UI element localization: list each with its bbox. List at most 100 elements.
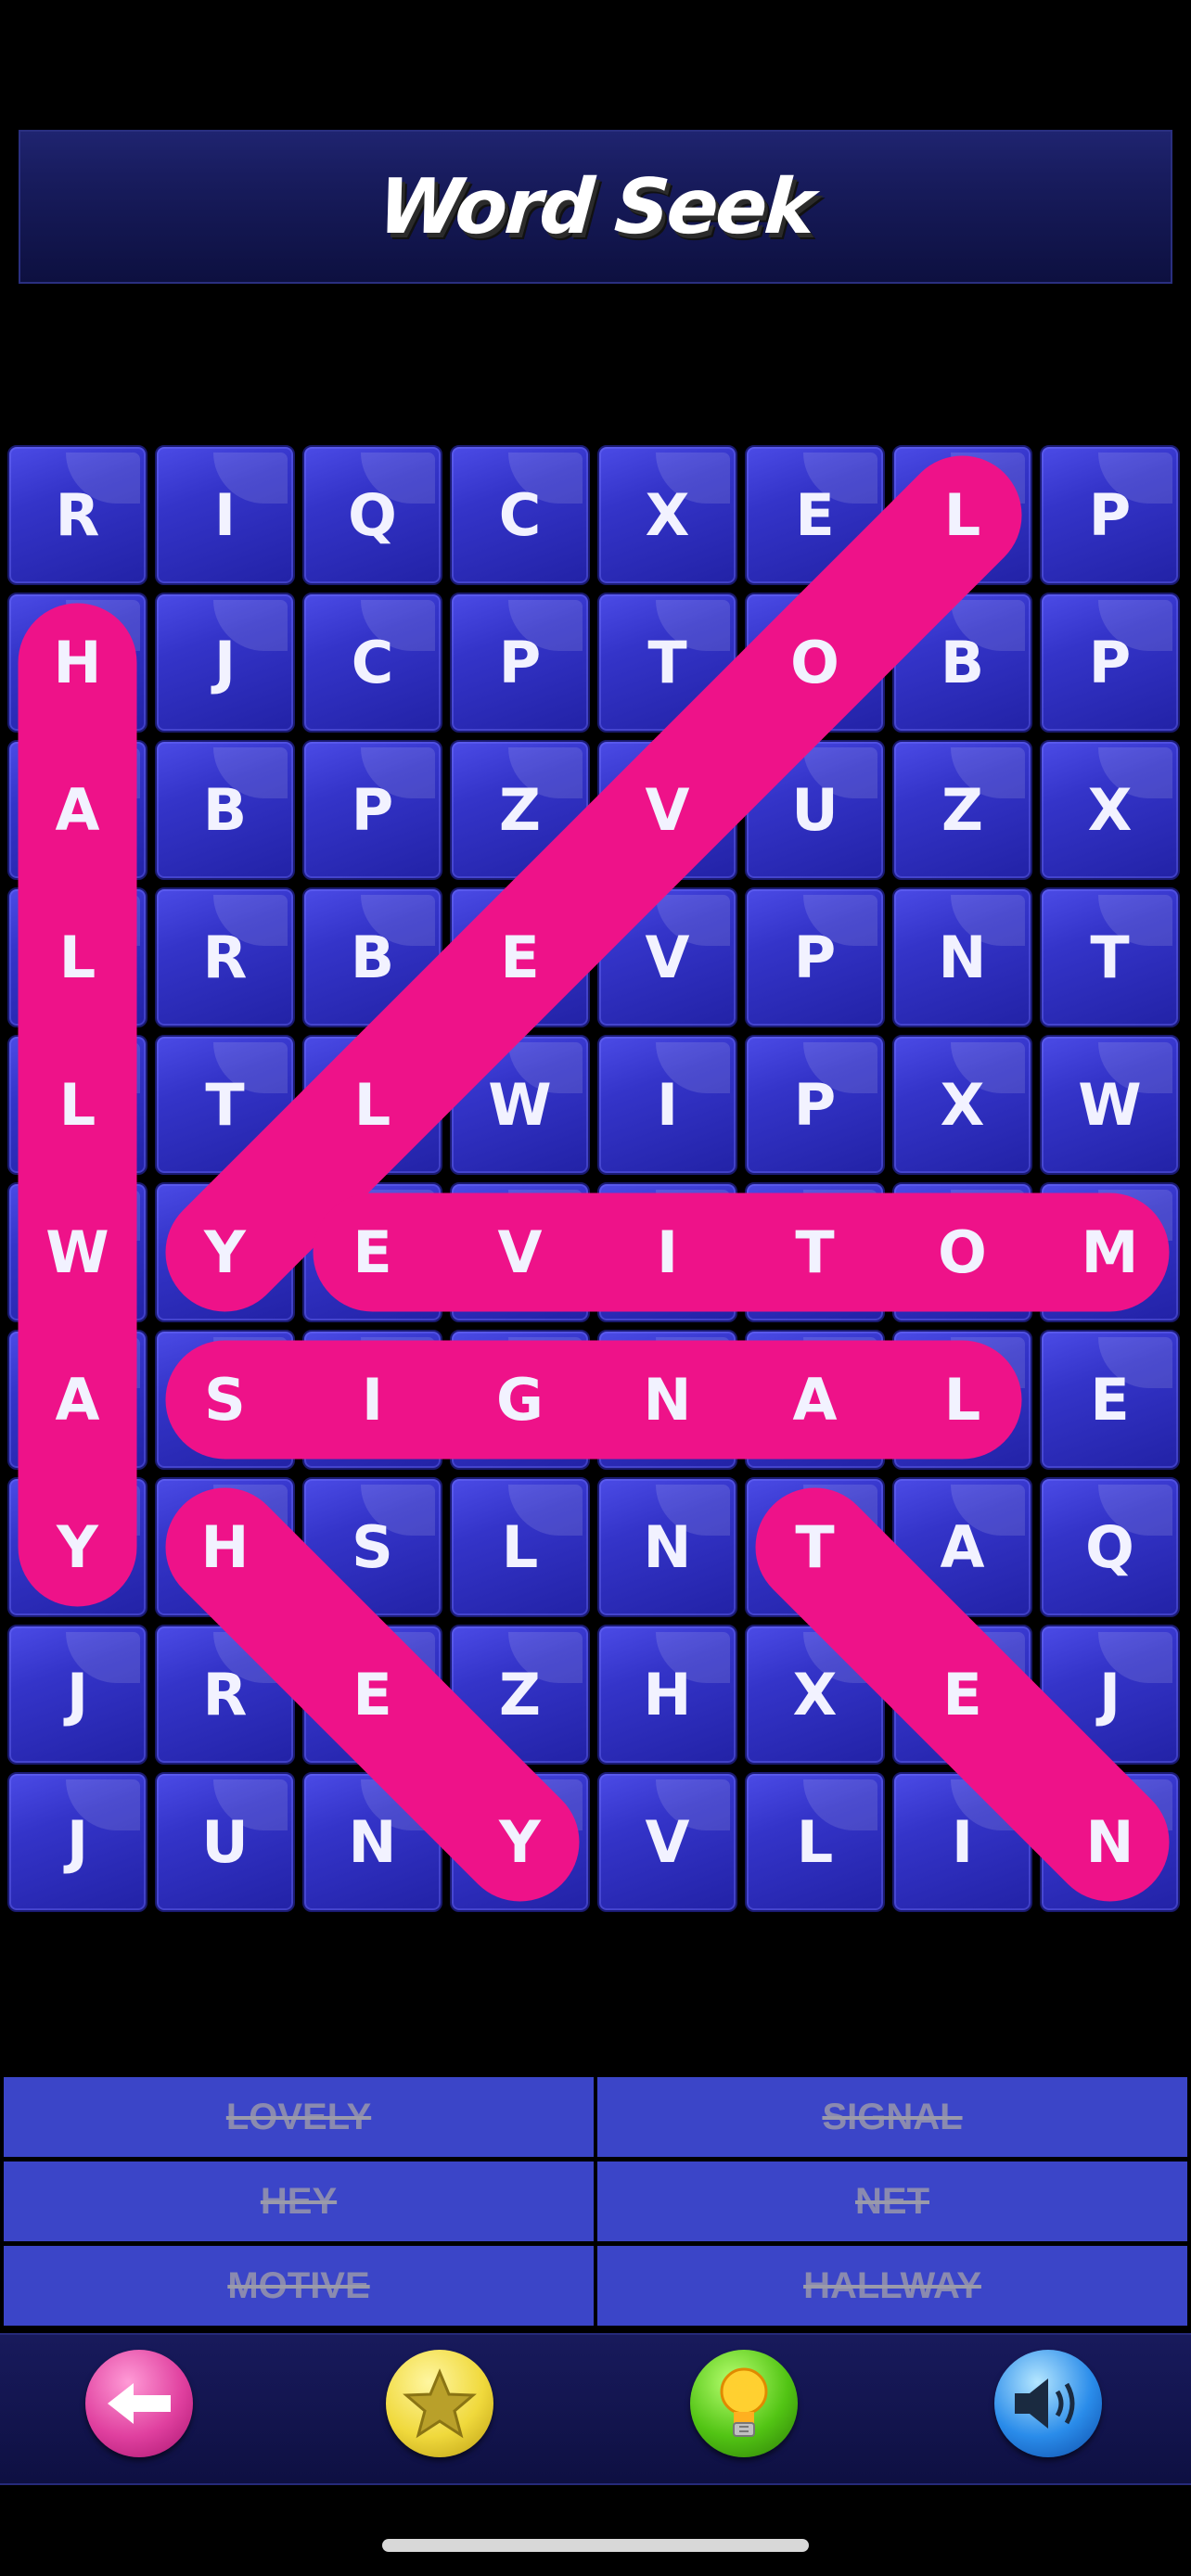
bottom-toolbar	[0, 2333, 1191, 2485]
grid-tile[interactable]	[302, 887, 442, 1027]
grid-tile[interactable]	[155, 1035, 295, 1175]
grid-tile[interactable]	[1040, 1625, 1180, 1765]
grid-tile[interactable]	[1040, 1772, 1180, 1912]
sound-button[interactable]	[994, 2350, 1102, 2457]
grid-tile[interactable]	[7, 740, 147, 880]
grid-tile[interactable]	[1040, 445, 1180, 585]
word-signal: SIGNAL	[597, 2077, 1187, 2157]
grid-tile[interactable]	[597, 1477, 737, 1617]
word-net: NET	[597, 2162, 1187, 2241]
grid-tile[interactable]	[155, 445, 295, 585]
grid-tile[interactable]	[745, 1625, 885, 1765]
grid-tile[interactable]	[892, 1772, 1032, 1912]
grid-tile[interactable]	[450, 887, 590, 1027]
grid-tile[interactable]	[155, 1772, 295, 1912]
grid-tile[interactable]	[1040, 1035, 1180, 1175]
grid-tile[interactable]	[745, 445, 885, 585]
back-arrow-icon	[108, 2383, 171, 2424]
title-bar: Word Seek	[19, 130, 1172, 284]
grid-tile[interactable]	[155, 1330, 295, 1470]
grid-tile[interactable]	[892, 1625, 1032, 1765]
letter-grid[interactable]: RIQCXELPHJCPTOBPABPZVUZXLRBEVPNTLTLWIPXW…	[7, 445, 1187, 1914]
grid-tile[interactable]	[892, 1182, 1032, 1322]
grid-tile[interactable]	[450, 445, 590, 585]
grid-tile[interactable]	[155, 740, 295, 880]
grid-tile[interactable]	[892, 1477, 1032, 1617]
game-title: Word Seek	[375, 162, 816, 251]
grid-tile[interactable]	[1040, 593, 1180, 733]
grid-tile[interactable]	[155, 1625, 295, 1765]
grid-tile[interactable]	[302, 1625, 442, 1765]
word-list: LOVELY SIGNAL HEY NET MOTIVE HALLWAY	[4, 2077, 1187, 2326]
favorite-button[interactable]	[386, 2350, 493, 2457]
word-hey: HEY	[4, 2162, 594, 2241]
grid-tile[interactable]	[7, 1330, 147, 1470]
grid-tile[interactable]	[597, 593, 737, 733]
grid-tile[interactable]	[302, 1772, 442, 1912]
grid-tile[interactable]	[7, 445, 147, 585]
grid-tile[interactable]	[597, 1035, 737, 1175]
grid-tile[interactable]	[745, 1477, 885, 1617]
grid-tile[interactable]	[7, 887, 147, 1027]
grid-tile[interactable]	[7, 1477, 147, 1617]
grid-tile[interactable]	[1040, 1330, 1180, 1470]
grid-tile[interactable]	[1040, 887, 1180, 1027]
grid-tile[interactable]	[892, 887, 1032, 1027]
grid-tile[interactable]	[155, 593, 295, 733]
grid-tile[interactable]	[745, 887, 885, 1027]
grid-tile[interactable]	[892, 740, 1032, 880]
grid-tile[interactable]	[745, 1330, 885, 1470]
grid-tile[interactable]	[892, 1035, 1032, 1175]
grid-tile[interactable]	[7, 1772, 147, 1912]
grid-tile[interactable]	[597, 1330, 737, 1470]
grid-tile[interactable]	[155, 887, 295, 1027]
grid-tile[interactable]	[450, 1477, 590, 1617]
grid-tile[interactable]	[597, 740, 737, 880]
grid-tile[interactable]	[7, 1035, 147, 1175]
grid-tile[interactable]	[302, 1477, 442, 1617]
word-motive: MOTIVE	[4, 2246, 594, 2326]
grid-tile[interactable]	[597, 1772, 737, 1912]
grid-tile[interactable]	[450, 593, 590, 733]
grid-tile[interactable]	[450, 740, 590, 880]
grid-tile[interactable]	[892, 593, 1032, 733]
grid-tile[interactable]	[302, 1330, 442, 1470]
grid-tile[interactable]	[7, 1182, 147, 1322]
grid-tile[interactable]	[155, 1477, 295, 1617]
grid-tile[interactable]	[597, 1182, 737, 1322]
grid-tile[interactable]	[450, 1772, 590, 1912]
grid-tile[interactable]	[1040, 1477, 1180, 1617]
grid-tile[interactable]	[892, 1330, 1032, 1470]
back-button[interactable]	[85, 2350, 193, 2457]
star-icon	[403, 2368, 477, 2439]
grid-tile[interactable]	[597, 1625, 737, 1765]
grid-tile[interactable]	[1040, 740, 1180, 880]
grid-tile[interactable]	[745, 740, 885, 880]
grid-tile[interactable]	[450, 1182, 590, 1322]
grid-tile[interactable]	[450, 1035, 590, 1175]
grid-tile[interactable]	[302, 1182, 442, 1322]
grid-tile[interactable]	[302, 740, 442, 880]
grid-tile[interactable]	[597, 445, 737, 585]
grid-tile[interactable]	[745, 593, 885, 733]
speaker-icon	[1015, 2378, 1075, 2429]
lightbulb-icon	[720, 2367, 768, 2437]
grid-tile[interactable]	[302, 445, 442, 585]
grid-tile[interactable]	[745, 1035, 885, 1175]
grid-tile[interactable]	[892, 445, 1032, 585]
grid-tile[interactable]	[302, 1035, 442, 1175]
grid-tile[interactable]	[597, 887, 737, 1027]
grid-tile[interactable]	[1040, 1182, 1180, 1322]
grid-tile[interactable]	[745, 1772, 885, 1912]
word-hallway: HALLWAY	[597, 2246, 1187, 2326]
home-indicator	[382, 2539, 809, 2552]
grid-tile[interactable]	[7, 1625, 147, 1765]
word-lovely: LOVELY	[4, 2077, 594, 2157]
hint-button[interactable]	[690, 2350, 798, 2457]
grid-tile[interactable]	[450, 1625, 590, 1765]
grid-tile[interactable]	[450, 1330, 590, 1470]
grid-tile[interactable]	[302, 593, 442, 733]
grid-tile[interactable]	[745, 1182, 885, 1322]
grid-tile[interactable]	[155, 1182, 295, 1322]
grid-tile[interactable]	[7, 593, 147, 733]
